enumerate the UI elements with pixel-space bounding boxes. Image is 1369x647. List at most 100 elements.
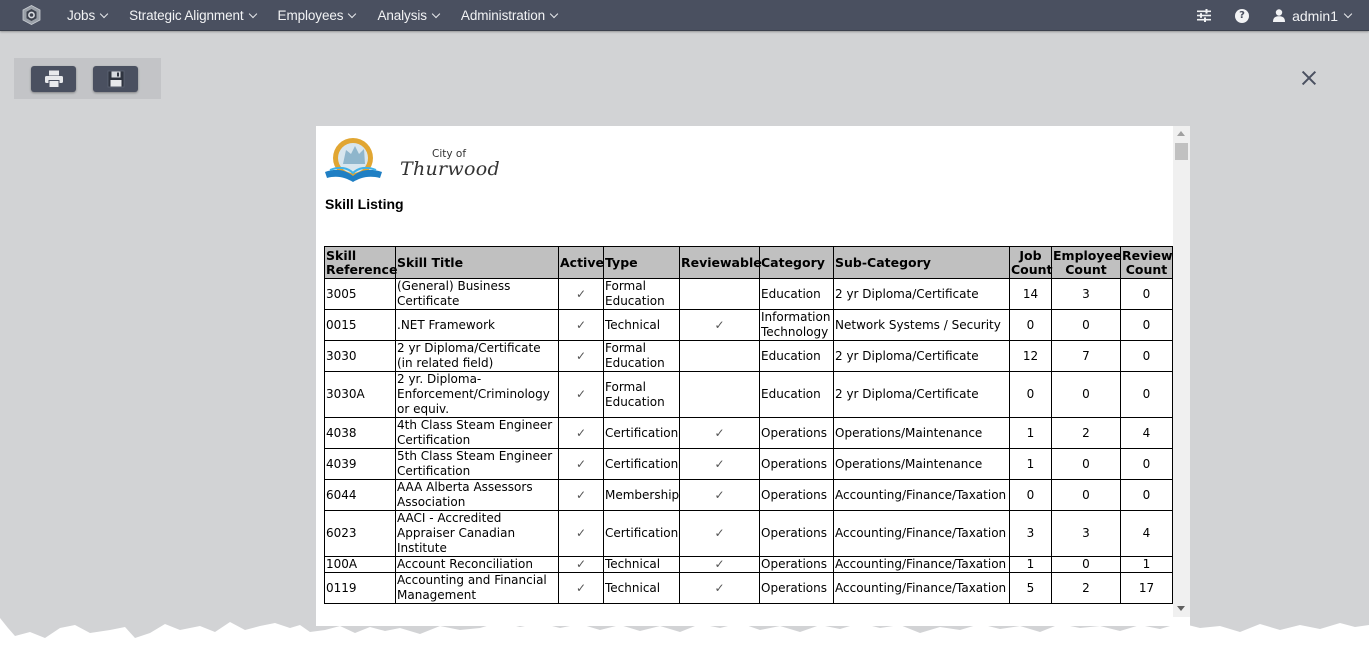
help-button[interactable]: ? (1235, 8, 1250, 23)
cell-skill-reference: 0015 (324, 309, 396, 341)
cell-job-count: 1 (1009, 556, 1052, 573)
menu-strategic-alignment[interactable]: Strategic Alignment (129, 8, 257, 23)
cell-category: Operations (759, 448, 834, 480)
cell-active: ✓ (558, 479, 604, 511)
app-logo-icon[interactable] (22, 5, 41, 25)
table-row[interactable]: 100A Account Reconciliation ✓ Technical ✓ Ope… (324, 556, 1173, 573)
table-row[interactable]: 6044 AAA Alberta Assessors Association ✓ Me… (324, 479, 1173, 511)
cell-reviewable: ✓ (679, 572, 760, 604)
cell-review-count: 0 (1120, 479, 1173, 511)
cell-reviewable: ✓ (679, 448, 760, 480)
cell-skill-title: 5th Class Steam Engineer Certification (395, 448, 559, 480)
cell-type: Formal Education (603, 340, 680, 372)
cell-sub-category: Operations/Maintenance (833, 417, 1010, 449)
menu-administration[interactable]: Administration (461, 8, 559, 23)
cell-reviewable: ✓ (679, 510, 760, 557)
col-active[interactable]: Active (558, 246, 604, 279)
cell-employee-count: 2 (1051, 417, 1121, 449)
cell-skill-reference: 0119 (324, 572, 396, 604)
cell-skill-reference: 4039 (324, 448, 396, 480)
cell-skill-title: 4th Class Steam Engineer Certification (395, 417, 559, 449)
report-toolbar (14, 58, 161, 99)
report-scrollbar[interactable] (1173, 126, 1190, 617)
col-skill-title[interactable]: Skill Title (395, 246, 559, 279)
checkmark-icon: ✓ (714, 487, 725, 502)
table-row[interactable]: 3030A 2 yr. Diploma-Enforcement/Criminolo… (324, 371, 1173, 418)
user-menu[interactable]: admin1 (1273, 8, 1353, 24)
print-button[interactable] (31, 66, 76, 92)
col-skill-reference[interactable]: Skill Reference (324, 246, 397, 279)
scroll-thumb[interactable] (1175, 143, 1188, 160)
help-icon: ? (1235, 8, 1250, 23)
table-row[interactable]: 0015 .NET Framework ✓ Technical ✓ Information… (324, 309, 1173, 341)
checkmark-icon: ✓ (714, 580, 725, 595)
checkmark-icon: ✓ (575, 348, 587, 363)
close-icon[interactable] (1300, 69, 1318, 87)
checkmark-icon: ✓ (714, 526, 725, 540)
cell-category: Operations (759, 572, 834, 604)
table-row[interactable]: 0119 Accounting and Financial Management ✓… (324, 572, 1173, 604)
table-row[interactable]: 4039 5th Class Steam Engineer Certificati… (324, 448, 1173, 480)
table-row[interactable]: 3030 2 yr Diploma/Certificate (in related… (324, 340, 1173, 372)
city-emblem-icon (325, 138, 382, 182)
col-review-count[interactable]: Review Count (1120, 246, 1173, 279)
checkmark-icon: ✓ (575, 456, 587, 471)
cell-skill-reference: 100A (324, 556, 396, 573)
cell-employee-count: 7 (1051, 340, 1121, 372)
cell-type: Technical (603, 309, 680, 341)
save-button[interactable] (93, 66, 138, 92)
cell-employee-count: 0 (1051, 479, 1121, 511)
skill-listing-table: Skill Reference Skill Title Active Type … (324, 246, 1173, 604)
cell-type: Certification (603, 417, 680, 449)
cell-skill-reference: 3030 (324, 340, 396, 372)
menu-jobs[interactable]: Jobs (67, 8, 109, 23)
col-employee-count[interactable]: Employee Count (1051, 246, 1122, 279)
cell-active: ✓ (558, 510, 604, 557)
col-job-count[interactable]: Job Count (1009, 246, 1053, 279)
cell-skill-title: 2 yr. Diploma-Enforcement/Criminology or… (395, 371, 559, 418)
cell-reviewable (679, 340, 760, 372)
checkmark-icon: ✓ (575, 425, 587, 440)
col-type[interactable]: Type (603, 246, 680, 279)
cell-active: ✓ (558, 572, 604, 604)
cell-type: Membership (603, 479, 680, 511)
cell-category: Operations (759, 556, 834, 573)
settings-button[interactable] (1197, 9, 1212, 22)
cell-sub-category: Accounting/Finance/Taxation (833, 479, 1010, 511)
checkmark-icon: ✓ (714, 557, 725, 571)
cell-skill-reference: 6023 (324, 510, 396, 557)
cell-job-count: 1 (1009, 417, 1052, 449)
printer-icon (44, 70, 63, 88)
menu-analysis[interactable]: Analysis (377, 8, 441, 23)
checkmark-icon: ✓ (575, 487, 587, 502)
cell-category: Operations (759, 417, 834, 449)
menu-employees[interactable]: Employees (278, 8, 357, 23)
app-window: Jobs Strategic Alignment Employees Analy… (0, 0, 1369, 647)
table-row[interactable]: 3005 (General) Business Certificate ✓ Forma… (324, 278, 1173, 310)
cell-category: Education (759, 371, 834, 418)
cell-review-count: 1 (1120, 556, 1173, 573)
chevron-down-icon (549, 9, 559, 19)
col-sub-category[interactable]: Sub-Category (833, 246, 1010, 279)
col-category[interactable]: Category (759, 246, 834, 279)
checkmark-icon: ✓ (575, 317, 587, 332)
table-body: 3005 (General) Business Certificate ✓ Forma… (324, 278, 1173, 604)
cell-job-count: 0 (1009, 309, 1052, 341)
cell-active: ✓ (558, 556, 604, 573)
table-row[interactable]: 6023 AACI - Accredited Appraiser Canadian… (324, 510, 1173, 557)
cell-type: Certification (603, 448, 680, 480)
col-reviewable[interactable]: Reviewable (679, 246, 762, 279)
navbar-right: ? admin1 (1197, 0, 1369, 31)
scroll-up-arrow-icon[interactable] (1177, 131, 1185, 136)
cell-sub-category: 2 yr Diploma/Certificate (833, 340, 1010, 372)
checkmark-icon: ✓ (575, 580, 587, 595)
cell-reviewable: ✓ (679, 309, 760, 341)
cell-employee-count: 0 (1051, 448, 1121, 480)
cell-skill-title: 2 yr Diploma/Certificate (in related fie… (395, 340, 559, 372)
cell-job-count: 3 (1009, 510, 1052, 557)
cell-review-count: 17 (1120, 572, 1173, 604)
cell-skill-title: Account Reconciliation (395, 556, 559, 573)
table-row[interactable]: 4038 4th Class Steam Engineer Certificati… (324, 417, 1173, 449)
cell-active: ✓ (558, 278, 604, 310)
cell-skill-reference: 4038 (324, 417, 396, 449)
